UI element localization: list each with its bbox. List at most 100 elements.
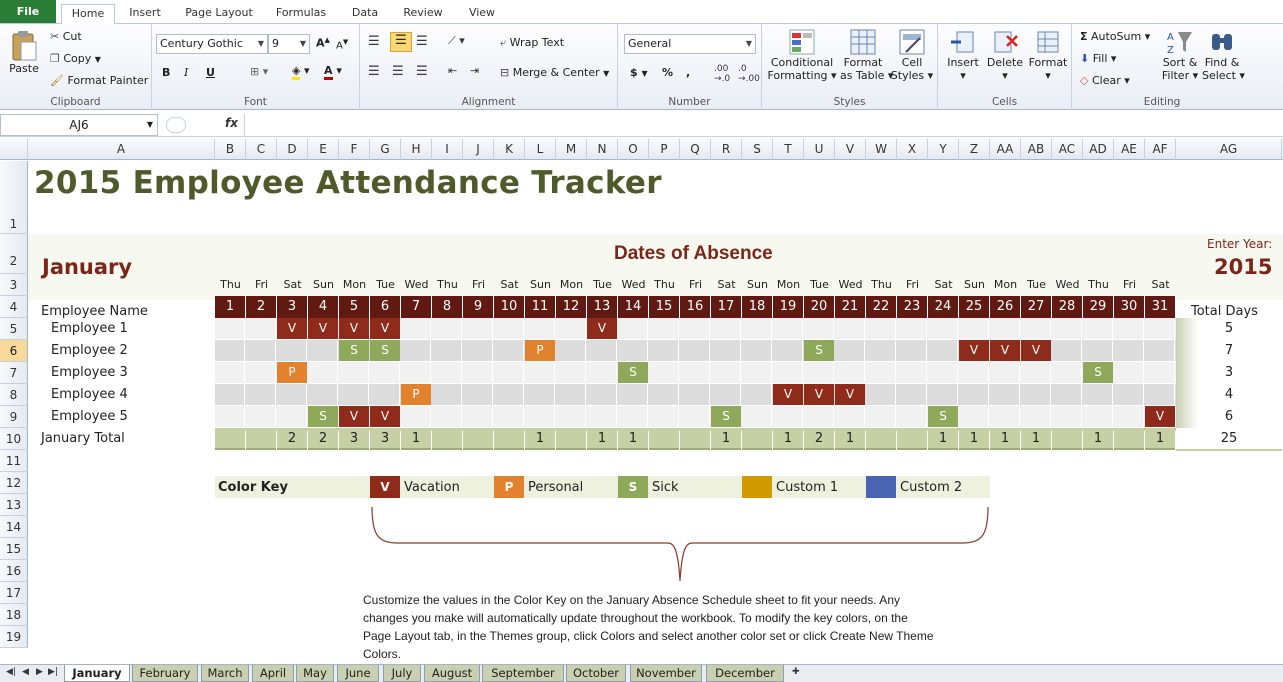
cell-styles-button[interactable]: Cell Styles ▾ [890, 28, 934, 82]
absence-cell[interactable]: V [308, 318, 338, 339]
absence-cell[interactable]: V [277, 318, 307, 339]
absence-cell[interactable]: P [525, 340, 555, 361]
name-box[interactable]: AJ6 ▼ [0, 114, 158, 136]
autosum-button[interactable]: Σ AutoSum ▾ [1080, 30, 1150, 43]
column-header-s[interactable]: S [742, 139, 773, 160]
empty-day-cell[interactable] [587, 340, 617, 361]
tab-page-layout[interactable]: Page Layout [180, 4, 258, 24]
absence-cell[interactable]: P [277, 362, 307, 383]
align-left-icon[interactable]: ☰ [368, 64, 380, 79]
empty-day-cell[interactable] [649, 406, 679, 427]
absence-cell[interactable]: S [618, 362, 648, 383]
empty-day-cell[interactable] [866, 318, 896, 339]
empty-day-cell[interactable] [742, 340, 772, 361]
empty-day-cell[interactable] [959, 384, 989, 405]
sheet-tab-april[interactable]: April [252, 665, 294, 682]
column-header-ad[interactable]: AD [1083, 139, 1114, 160]
empty-day-cell[interactable] [401, 406, 431, 427]
empty-day-cell[interactable] [897, 340, 927, 361]
row-header-19[interactable]: 19 [0, 626, 28, 648]
align-center-icon[interactable]: ☰ [392, 64, 404, 79]
empty-day-cell[interactable] [1145, 384, 1175, 405]
empty-day-cell[interactable] [494, 362, 524, 383]
empty-day-cell[interactable] [711, 384, 741, 405]
year-value[interactable]: 2015 [1214, 255, 1272, 279]
empty-day-cell[interactable] [742, 362, 772, 383]
empty-day-cell[interactable] [866, 384, 896, 405]
currency-button[interactable]: $ ▼ [630, 66, 648, 79]
format-cells-button[interactable]: Format ▾ [1028, 28, 1068, 82]
row-header-4[interactable]: 4 [0, 296, 28, 318]
empty-day-cell[interactable] [1052, 384, 1082, 405]
row-header-9[interactable]: 9 [0, 406, 28, 428]
empty-day-cell[interactable] [308, 384, 338, 405]
empty-day-cell[interactable] [773, 340, 803, 361]
worksheet[interactable]: 2015 Employee Attendance Tracker January… [28, 161, 1283, 664]
column-header-ag[interactable]: AG [1176, 139, 1282, 160]
empty-day-cell[interactable] [928, 362, 958, 383]
empty-day-cell[interactable] [246, 362, 276, 383]
clear-button[interactable]: ◇ Clear ▾ [1080, 74, 1130, 87]
empty-day-cell[interactable] [432, 318, 462, 339]
tab-insert[interactable]: Insert [123, 4, 167, 24]
tab-home[interactable]: Home [61, 4, 115, 25]
formula-input[interactable] [244, 114, 1283, 136]
absence-cell[interactable]: V [370, 318, 400, 339]
sheet-tab-november[interactable]: November [630, 665, 702, 682]
column-header-p[interactable]: P [649, 139, 680, 160]
format-painter-button[interactable]: 🖌 Format Painter [50, 74, 148, 87]
font-color-icon[interactable]: A ▾ [324, 64, 342, 80]
empty-day-cell[interactable] [1021, 384, 1051, 405]
borders-icon[interactable]: ⊞ ▾ [250, 65, 268, 78]
conditional-formatting-button[interactable]: Conditional Formatting ▾ [766, 28, 838, 82]
grow-font-button[interactable]: A▲ [316, 36, 330, 50]
delete-cells-button[interactable]: Delete ▾ [986, 28, 1024, 82]
empty-day-cell[interactable] [277, 340, 307, 361]
empty-day-cell[interactable] [494, 384, 524, 405]
empty-day-cell[interactable] [463, 384, 493, 405]
row-header-16[interactable]: 16 [0, 560, 28, 582]
empty-day-cell[interactable] [711, 340, 741, 361]
increase-decimal-icon[interactable]: .00 →.0 [714, 64, 730, 84]
empty-day-cell[interactable] [773, 362, 803, 383]
sheet-tab-august[interactable]: August [424, 665, 480, 682]
column-header-g[interactable]: G [370, 139, 401, 160]
row-header-2[interactable]: 2 [0, 234, 28, 274]
file-tab[interactable]: File [0, 0, 56, 23]
empty-day-cell[interactable] [525, 384, 555, 405]
empty-day-cell[interactable] [1145, 362, 1175, 383]
absence-cell[interactable]: S [339, 340, 369, 361]
column-header-h[interactable]: H [401, 139, 432, 160]
row-header-14[interactable]: 14 [0, 516, 28, 538]
empty-day-cell[interactable] [246, 406, 276, 427]
sheet-tab-march[interactable]: March [201, 665, 249, 682]
absence-cell[interactable]: S [370, 340, 400, 361]
sheet-tab-june[interactable]: June [337, 665, 379, 682]
empty-day-cell[interactable] [680, 318, 710, 339]
sheet-tab-september[interactable]: September [482, 665, 564, 682]
decrease-decimal-icon[interactable]: .0 →.00 [738, 64, 760, 84]
empty-day-cell[interactable] [773, 318, 803, 339]
empty-day-cell[interactable] [680, 362, 710, 383]
column-header-v[interactable]: V [835, 139, 866, 160]
fill-color-icon[interactable]: ◈ ▾ [292, 64, 310, 80]
empty-day-cell[interactable] [618, 340, 648, 361]
tab-view[interactable]: View [460, 4, 504, 24]
empty-day-cell[interactable] [680, 406, 710, 427]
empty-day-cell[interactable] [835, 318, 865, 339]
empty-day-cell[interactable] [897, 362, 927, 383]
row-header-13[interactable]: 13 [0, 494, 28, 516]
column-header-y[interactable]: Y [928, 139, 959, 160]
last-sheet-icon[interactable]: ▶| [48, 667, 58, 677]
empty-day-cell[interactable] [556, 406, 586, 427]
empty-day-cell[interactable] [897, 318, 927, 339]
row-header-3[interactable]: 3 [0, 274, 28, 296]
empty-day-cell[interactable] [742, 318, 772, 339]
align-top-icon[interactable]: ☰ [368, 34, 380, 49]
column-header-ae[interactable]: AE [1114, 139, 1145, 160]
absence-cell[interactable]: V [1145, 406, 1175, 427]
empty-day-cell[interactable] [1021, 406, 1051, 427]
number-format-select[interactable]: General ▼ [624, 34, 756, 54]
empty-day-cell[interactable] [1021, 318, 1051, 339]
sheet-tab-february[interactable]: February [132, 665, 198, 682]
